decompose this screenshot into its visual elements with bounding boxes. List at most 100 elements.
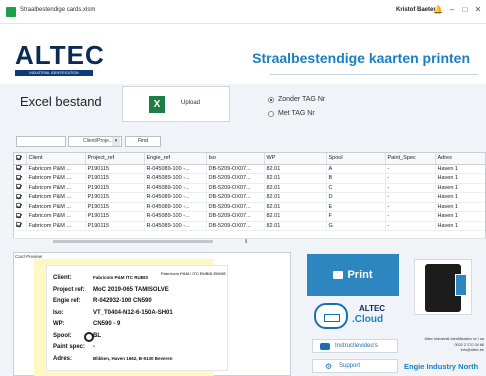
table-cell: B (326, 173, 386, 184)
table-cell: G (326, 221, 386, 231)
table-cell: R-045089-100 -... (144, 173, 207, 184)
scroll-grip-icon: ⦀ (245, 239, 248, 245)
card-field-label: WP: (53, 321, 65, 327)
card-field: Adres: Blikken, Haven 1662, B-9130 Bevere… (53, 356, 173, 362)
card-field-value: BL (93, 332, 101, 339)
table-cell: DB-5209-OX07... (206, 221, 265, 231)
table-cell: Haven 1 (435, 192, 485, 203)
row-checkbox[interactable] (14, 164, 27, 174)
column-header[interactable]: Iso (206, 153, 265, 165)
table-row[interactable]: Fabricom P&M ... P190115 R-045089-100 -...… (14, 202, 485, 212)
row-checkbox[interactable] (14, 202, 27, 212)
table-row[interactable]: Fabricom P&M ... P190115 R-045089-100 -...… (14, 192, 485, 203)
gear-icon: ⚙ (325, 362, 333, 371)
contact-email: info@altec.be (460, 348, 484, 352)
table-cell: Haven 1 (435, 202, 485, 212)
column-header[interactable]: Engie_ref (144, 153, 207, 165)
excel-app-icon (6, 7, 16, 17)
radio-zonder-tag[interactable]: Zonder TAG Nr (268, 96, 325, 103)
card-field-label: Client: (53, 275, 72, 281)
column-header[interactable]: Spool (326, 153, 386, 165)
radio-met-label: Met TAG Nr (278, 110, 315, 117)
table-cell: Fabricom P&M ... (26, 183, 86, 193)
table-row[interactable]: Fabricom P&M ... P190115 R-045089-100 -...… (14, 221, 485, 231)
support-button[interactable]: ⚙ Support (312, 359, 398, 373)
table-cell: - (385, 173, 436, 184)
table-cell: Haven 1 (435, 173, 485, 184)
video-icon (320, 343, 330, 350)
table-cell: Haven 1 (435, 164, 485, 174)
close-button[interactable]: ✕ (472, 5, 484, 14)
find-button[interactable]: Find (125, 136, 161, 147)
card-field: Paint spec: - (53, 344, 95, 350)
select-all-checkbox[interactable] (14, 153, 27, 165)
upload-label: Upload (181, 100, 201, 106)
title-divider (270, 74, 478, 75)
card-field-value: R-042932-100 CN590 (93, 298, 152, 304)
filter-input[interactable] (16, 136, 66, 147)
altec-logo: ALTEC (15, 40, 105, 70)
table-cell: 82.01 (264, 192, 327, 203)
logo-subtitle: INDUSTRIAL IDENTIFICATION (15, 70, 93, 76)
filter-column-select[interactable]: Client/Proje... ▾ (68, 136, 122, 147)
row-checkbox[interactable] (14, 183, 27, 193)
card-field-value: Fabricom P&M ITC RUBIS (93, 275, 149, 280)
radio-selected-indicator (268, 96, 274, 103)
row-checkbox[interactable] (14, 173, 27, 184)
cloud-logo-line2: .Cloud (352, 314, 384, 325)
table-cell: DB-5209-OX07... (206, 211, 265, 222)
table-row[interactable]: Fabricom P&M ... P190115 R-045089-100 -...… (14, 173, 485, 184)
table-cell: P190115 (85, 192, 145, 203)
radio-unselected-indicator (268, 110, 274, 117)
radio-met-tag[interactable]: Met TAG Nr (268, 110, 315, 117)
table-cell: - (385, 221, 436, 231)
table-cell: Fabricom P&M ... (26, 192, 86, 203)
table-row[interactable]: Fabricom P&M ... P190115 R-045089-100 -...… (14, 164, 485, 174)
column-header[interactable]: Adres (435, 153, 485, 165)
table-cell: - (385, 192, 436, 203)
table-cell: Haven 1 (435, 183, 485, 193)
row-checkbox[interactable] (14, 211, 27, 222)
table-cell: - (385, 211, 436, 222)
table-cell: A (326, 164, 386, 174)
upload-button[interactable]: X Upload (122, 86, 230, 122)
column-header[interactable]: WP (264, 153, 327, 165)
row-checkbox[interactable] (14, 221, 27, 231)
table-cell: 82.01 (264, 164, 327, 174)
maximize-button[interactable]: □ (459, 5, 471, 14)
card-field-label: Engie ref: (53, 298, 81, 304)
instruction-videos-button[interactable]: Instructievideo's (312, 339, 398, 353)
title-bar: Straalbestendige cards.xlsm Kristof Baet… (0, 0, 486, 24)
table-cell: 82.01 (264, 202, 327, 212)
rfid-icon (84, 332, 94, 342)
table-cell: E (326, 202, 386, 212)
column-header[interactable]: Client (26, 153, 86, 165)
card-field: Iso: VT_T0404-N12-6-150A-SH01 (53, 310, 173, 316)
table-cell: DB-5209-OX07... (206, 183, 265, 193)
column-header[interactable]: Paint_Spec (385, 153, 436, 165)
table-cell: Haven 1 (435, 211, 485, 222)
table-row[interactable]: Fabricom P&M ... P190115 R-045089-100 -...… (14, 211, 485, 222)
table-cell: P190115 (85, 221, 145, 231)
table-cell: DB-5209-OX07... (206, 202, 265, 212)
scrollbar-thumb[interactable] (53, 240, 213, 243)
chevron-down-icon: ▾ (112, 137, 120, 146)
table-cell: R-045089-100 -... (144, 183, 207, 193)
table-cell: F (326, 211, 386, 222)
bell-icon[interactable]: 🔔 (432, 5, 444, 14)
printer-card (455, 274, 467, 296)
horizontal-scrollbar[interactable]: ⦀ (13, 238, 486, 245)
radio-zonder-label: Zonder TAG Nr (278, 96, 326, 103)
row-checkbox[interactable] (14, 192, 27, 203)
table-row[interactable]: Fabricom P&M ... P190115 R-045089-100 -...… (14, 183, 485, 193)
card-field: Project ref: MoC 2019-065 TAMISOLVE (53, 287, 169, 293)
print-button[interactable]: Print (307, 254, 399, 296)
table-cell: 82.01 (264, 173, 327, 184)
minimize-button[interactable]: – (446, 5, 458, 14)
card-field-value: Blikken, Haven 1662, B-9130 Beveren (93, 355, 173, 361)
table-cell: Fabricom P&M ... (26, 202, 86, 212)
table-cell: P190115 (85, 183, 145, 193)
table-cell: 82.01 (264, 221, 327, 231)
cloud-icon (314, 303, 348, 329)
column-header[interactable]: Project_ref (85, 153, 145, 165)
